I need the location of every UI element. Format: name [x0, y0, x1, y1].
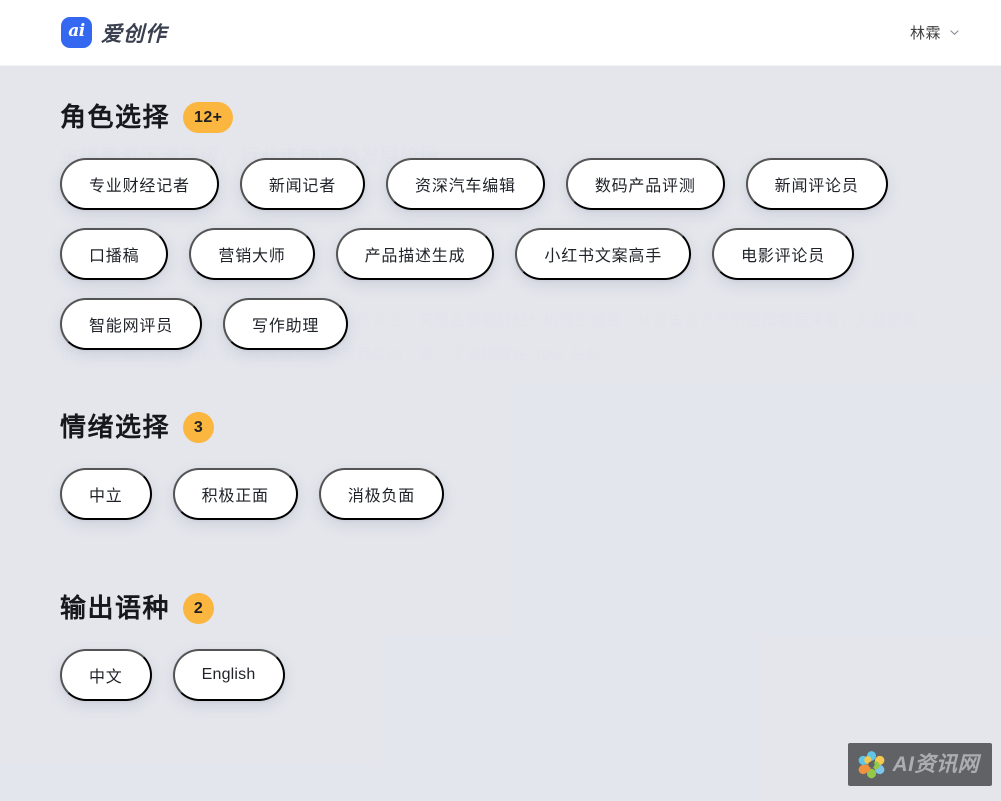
- section-count-badge: 3: [183, 412, 215, 443]
- chip-option[interactable]: 产品描述生成: [335, 228, 495, 280]
- chip-option[interactable]: 小红书文案高手: [515, 228, 692, 280]
- chip-option[interactable]: 口播稿: [60, 228, 169, 280]
- brand-name: 爱创作: [101, 22, 167, 46]
- brand-mark-icon: ai: [61, 17, 92, 48]
- chip-option[interactable]: 新闻记者: [239, 158, 366, 210]
- flower-petals-icon: [858, 751, 884, 779]
- page-body: 主题 主播薪资下滑三成，行业走向成熟发展阶段 播薪资的下滑趋势。这一现象引起了不…: [0, 66, 1001, 801]
- chip-option[interactable]: 智能网评员: [60, 298, 203, 350]
- app-root: ai 爱创作 林霖 主题 主播薪资下滑三成，行业走向成熟发展阶段 播薪资的下滑趋…: [0, 0, 1001, 801]
- section-count-badge: 2: [183, 593, 215, 624]
- chip-option[interactable]: 写作助理: [223, 298, 349, 350]
- section-count-badge: 12+: [183, 102, 234, 133]
- selector-panel: 角色选择 12+ 专业财经记者 新闻记者 资深汽车编辑 数码产品评测 新闻评论员…: [0, 66, 1001, 701]
- brand-logo[interactable]: ai 爱创作: [0, 17, 167, 48]
- section-title: 情绪选择: [60, 412, 171, 443]
- role-chip-list: 专业财经记者 新闻记者 资深汽车编辑 数码产品评测 新闻评论员 口播稿 营销大师…: [60, 158, 940, 350]
- chip-option[interactable]: 专业财经记者: [60, 158, 219, 210]
- chip-option[interactable]: 数码产品评测: [565, 158, 725, 210]
- chip-option[interactable]: 积极正面: [172, 468, 298, 520]
- chip-option[interactable]: English: [172, 649, 285, 701]
- section-output-language: 输出语种 2 中文 English: [60, 593, 943, 701]
- section-header: 输出语种 2: [60, 593, 943, 624]
- watermark: AI资讯网: [847, 743, 992, 786]
- chip-option[interactable]: 中立: [60, 468, 152, 520]
- section-role-selection: 角色选择 12+ 专业财经记者 新闻记者 资深汽车编辑 数码产品评测 新闻评论员…: [60, 102, 943, 350]
- watermark-text: AI资讯网: [892, 753, 979, 776]
- brand-mark-text: ai: [68, 21, 85, 41]
- user-menu[interactable]: 林霖: [906, 16, 965, 49]
- chevron-down-icon: [950, 30, 959, 35]
- chip-option[interactable]: 电影评论员: [712, 228, 855, 280]
- chip-option[interactable]: 新闻评论员: [745, 158, 888, 210]
- chip-option[interactable]: 营销大师: [189, 228, 315, 280]
- section-header: 情绪选择 3: [60, 412, 943, 443]
- chip-option[interactable]: 资深汽车编辑: [386, 158, 545, 210]
- emotion-chip-list: 中立 积极正面 消极负面: [60, 468, 940, 520]
- app-header: ai 爱创作 林霖: [0, 0, 1001, 66]
- section-title: 角色选择: [60, 102, 171, 133]
- language-chip-list: 中文 English: [60, 649, 940, 701]
- chip-option[interactable]: 中文: [60, 649, 152, 701]
- section-title: 输出语种: [60, 593, 171, 624]
- section-header: 角色选择 12+: [60, 102, 943, 133]
- user-name: 林霖: [909, 25, 941, 42]
- section-emotion-selection: 情绪选择 3 中立 积极正面 消极负面: [60, 412, 943, 520]
- chip-option[interactable]: 消极负面: [318, 468, 445, 520]
